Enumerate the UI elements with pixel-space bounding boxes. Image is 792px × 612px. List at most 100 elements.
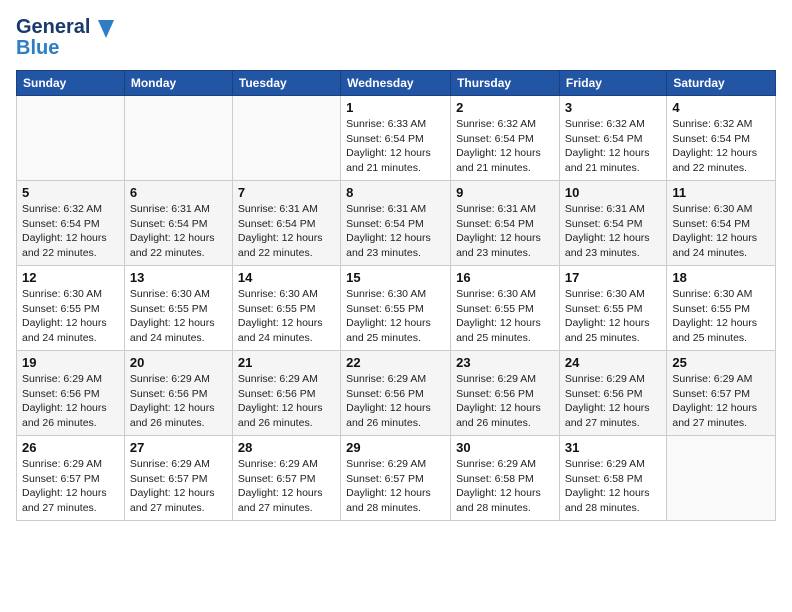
day-number: 19 [22, 355, 119, 370]
table-row: 8Sunrise: 6:31 AM Sunset: 6:54 PM Daylig… [341, 181, 451, 266]
day-info: Sunrise: 6:30 AM Sunset: 6:55 PM Dayligh… [346, 287, 445, 346]
day-number: 14 [238, 270, 335, 285]
calendar-table: Sunday Monday Tuesday Wednesday Thursday… [16, 70, 776, 521]
day-number: 31 [565, 440, 661, 455]
table-row: 17 Sunrise: 6:30 AM Sunset: 6:55 PM Dayli… [559, 266, 666, 351]
day-number: 7 [238, 185, 335, 200]
day-info: Sunrise: 6:29 AM Sunset: 6:57 PM Dayligh… [238, 457, 335, 516]
day-number: 26 [22, 440, 119, 455]
day-number: 4 [672, 100, 770, 115]
day-number: 30 [456, 440, 554, 455]
day-number: 23 [456, 355, 554, 370]
day-number: 16 [456, 270, 554, 285]
day-info: Sunrise: 6:32 AM Sunset: 6:54 PM Dayligh… [672, 117, 770, 176]
day-info: Sunrise: 6:31 AM Sunset: 6:54 PM Dayligh… [238, 202, 335, 261]
col-saturday: Saturday [667, 71, 776, 96]
logo-text-general: General [16, 17, 90, 37]
day-number: 27 [130, 440, 227, 455]
col-tuesday: Tuesday [232, 71, 340, 96]
day-info: Sunrise: 6:29 AM Sunset: 6:56 PM Dayligh… [456, 372, 554, 431]
table-row: 15 Sunrise: 6:30 AM Sunset: 6:55 PM Dayli… [341, 266, 451, 351]
day-number: 5 [22, 185, 119, 200]
table-row: 13 Sunrise: 6:30 AM Sunset: 6:55 PM Dayli… [124, 266, 232, 351]
logo-arrow-icon [92, 16, 114, 38]
day-info: Sunrise: 6:29 AM Sunset: 6:56 PM Dayligh… [565, 372, 661, 431]
table-row: 22 Sunrise: 6:29 AM Sunset: 6:56 PM Dayli… [341, 351, 451, 436]
day-info: Sunrise: 6:30 AM Sunset: 6:55 PM Dayligh… [130, 287, 227, 346]
table-row: 6Sunrise: 6:31 AM Sunset: 6:54 PM Daylig… [124, 181, 232, 266]
day-info: Sunrise: 6:33 AM Sunset: 6:54 PM Dayligh… [346, 117, 445, 176]
calendar-body: 1 Sunrise: 6:33 AM Sunset: 6:54 PM Daylig… [17, 96, 776, 521]
table-row: 25 Sunrise: 6:29 AM Sunset: 6:57 PM Dayli… [667, 351, 776, 436]
day-info: Sunrise: 6:30 AM Sunset: 6:55 PM Dayligh… [238, 287, 335, 346]
table-row: 9Sunrise: 6:31 AM Sunset: 6:54 PM Daylig… [451, 181, 560, 266]
day-info: Sunrise: 6:32 AM Sunset: 6:54 PM Dayligh… [565, 117, 661, 176]
day-info: Sunrise: 6:29 AM Sunset: 6:56 PM Dayligh… [346, 372, 445, 431]
table-row: 26 Sunrise: 6:29 AM Sunset: 6:57 PM Dayli… [17, 436, 125, 521]
logo-text-blue: Blue [16, 38, 59, 58]
day-info: Sunrise: 6:29 AM Sunset: 6:57 PM Dayligh… [672, 372, 770, 431]
table-row: 7 Sunrise: 6:31 AM Sunset: 6:54 PM Daylig… [232, 181, 340, 266]
day-info: Sunrise: 6:31 AM Sunset: 6:54 PM Dayligh… [456, 202, 554, 261]
page-header: General Blue [16, 16, 776, 58]
day-number: 22 [346, 355, 445, 370]
day-number: 21 [238, 355, 335, 370]
table-row: 12Sunrise: 6:30 AM Sunset: 6:55 PM Dayli… [17, 266, 125, 351]
col-friday: Friday [559, 71, 666, 96]
table-row [667, 436, 776, 521]
calendar-week-3: 12Sunrise: 6:30 AM Sunset: 6:55 PM Dayli… [17, 266, 776, 351]
day-info: Sunrise: 6:29 AM Sunset: 6:57 PM Dayligh… [22, 457, 119, 516]
day-info: Sunrise: 6:29 AM Sunset: 6:57 PM Dayligh… [130, 457, 227, 516]
day-info: Sunrise: 6:29 AM Sunset: 6:56 PM Dayligh… [238, 372, 335, 431]
day-number: 24 [565, 355, 661, 370]
col-thursday: Thursday [451, 71, 560, 96]
day-number: 2 [456, 100, 554, 115]
table-row: 21 Sunrise: 6:29 AM Sunset: 6:56 PM Dayli… [232, 351, 340, 436]
day-number: 28 [238, 440, 335, 455]
table-row: 2Sunrise: 6:32 AM Sunset: 6:54 PM Daylig… [451, 96, 560, 181]
day-number: 10 [565, 185, 661, 200]
day-info: Sunrise: 6:30 AM Sunset: 6:55 PM Dayligh… [22, 287, 119, 346]
table-row: 24 Sunrise: 6:29 AM Sunset: 6:56 PM Dayli… [559, 351, 666, 436]
table-row: 11Sunrise: 6:30 AM Sunset: 6:54 PM Dayli… [667, 181, 776, 266]
day-info: Sunrise: 6:29 AM Sunset: 6:56 PM Dayligh… [130, 372, 227, 431]
day-number: 25 [672, 355, 770, 370]
table-row [232, 96, 340, 181]
day-number: 17 [565, 270, 661, 285]
header-row: Sunday Monday Tuesday Wednesday Thursday… [17, 71, 776, 96]
col-wednesday: Wednesday [341, 71, 451, 96]
day-number: 20 [130, 355, 227, 370]
day-number: 29 [346, 440, 445, 455]
table-row: 29 Sunrise: 6:29 AM Sunset: 6:57 PM Dayli… [341, 436, 451, 521]
day-info: Sunrise: 6:29 AM Sunset: 6:56 PM Dayligh… [22, 372, 119, 431]
day-info: Sunrise: 6:29 AM Sunset: 6:58 PM Dayligh… [456, 457, 554, 516]
table-row [17, 96, 125, 181]
table-row: 5Sunrise: 6:32 AM Sunset: 6:54 PM Daylig… [17, 181, 125, 266]
calendar-week-5: 26 Sunrise: 6:29 AM Sunset: 6:57 PM Dayli… [17, 436, 776, 521]
day-number: 15 [346, 270, 445, 285]
day-number: 6 [130, 185, 227, 200]
day-number: 8 [346, 185, 445, 200]
day-number: 1 [346, 100, 445, 115]
table-row: 10 Sunrise: 6:31 AM Sunset: 6:54 PM Dayli… [559, 181, 666, 266]
table-row: 19 Sunrise: 6:29 AM Sunset: 6:56 PM Dayli… [17, 351, 125, 436]
table-row: 18Sunrise: 6:30 AM Sunset: 6:55 PM Dayli… [667, 266, 776, 351]
table-row: 31 Sunrise: 6:29 AM Sunset: 6:58 PM Dayli… [559, 436, 666, 521]
col-monday: Monday [124, 71, 232, 96]
day-info: Sunrise: 6:30 AM Sunset: 6:55 PM Dayligh… [456, 287, 554, 346]
day-number: 13 [130, 270, 227, 285]
col-sunday: Sunday [17, 71, 125, 96]
calendar-week-4: 19 Sunrise: 6:29 AM Sunset: 6:56 PM Dayli… [17, 351, 776, 436]
table-row: 30 Sunrise: 6:29 AM Sunset: 6:58 PM Dayli… [451, 436, 560, 521]
day-info: Sunrise: 6:30 AM Sunset: 6:54 PM Dayligh… [672, 202, 770, 261]
table-row: 3 Sunrise: 6:32 AM Sunset: 6:54 PM Daylig… [559, 96, 666, 181]
table-row: 14 Sunrise: 6:30 AM Sunset: 6:55 PM Dayli… [232, 266, 340, 351]
table-row: 4 Sunrise: 6:32 AM Sunset: 6:54 PM Daylig… [667, 96, 776, 181]
table-row: 16 Sunrise: 6:30 AM Sunset: 6:55 PM Dayli… [451, 266, 560, 351]
day-info: Sunrise: 6:30 AM Sunset: 6:55 PM Dayligh… [565, 287, 661, 346]
day-info: Sunrise: 6:31 AM Sunset: 6:54 PM Dayligh… [565, 202, 661, 261]
day-info: Sunrise: 6:29 AM Sunset: 6:57 PM Dayligh… [346, 457, 445, 516]
table-row: 20 Sunrise: 6:29 AM Sunset: 6:56 PM Dayli… [124, 351, 232, 436]
day-info: Sunrise: 6:29 AM Sunset: 6:58 PM Dayligh… [565, 457, 661, 516]
day-number: 3 [565, 100, 661, 115]
